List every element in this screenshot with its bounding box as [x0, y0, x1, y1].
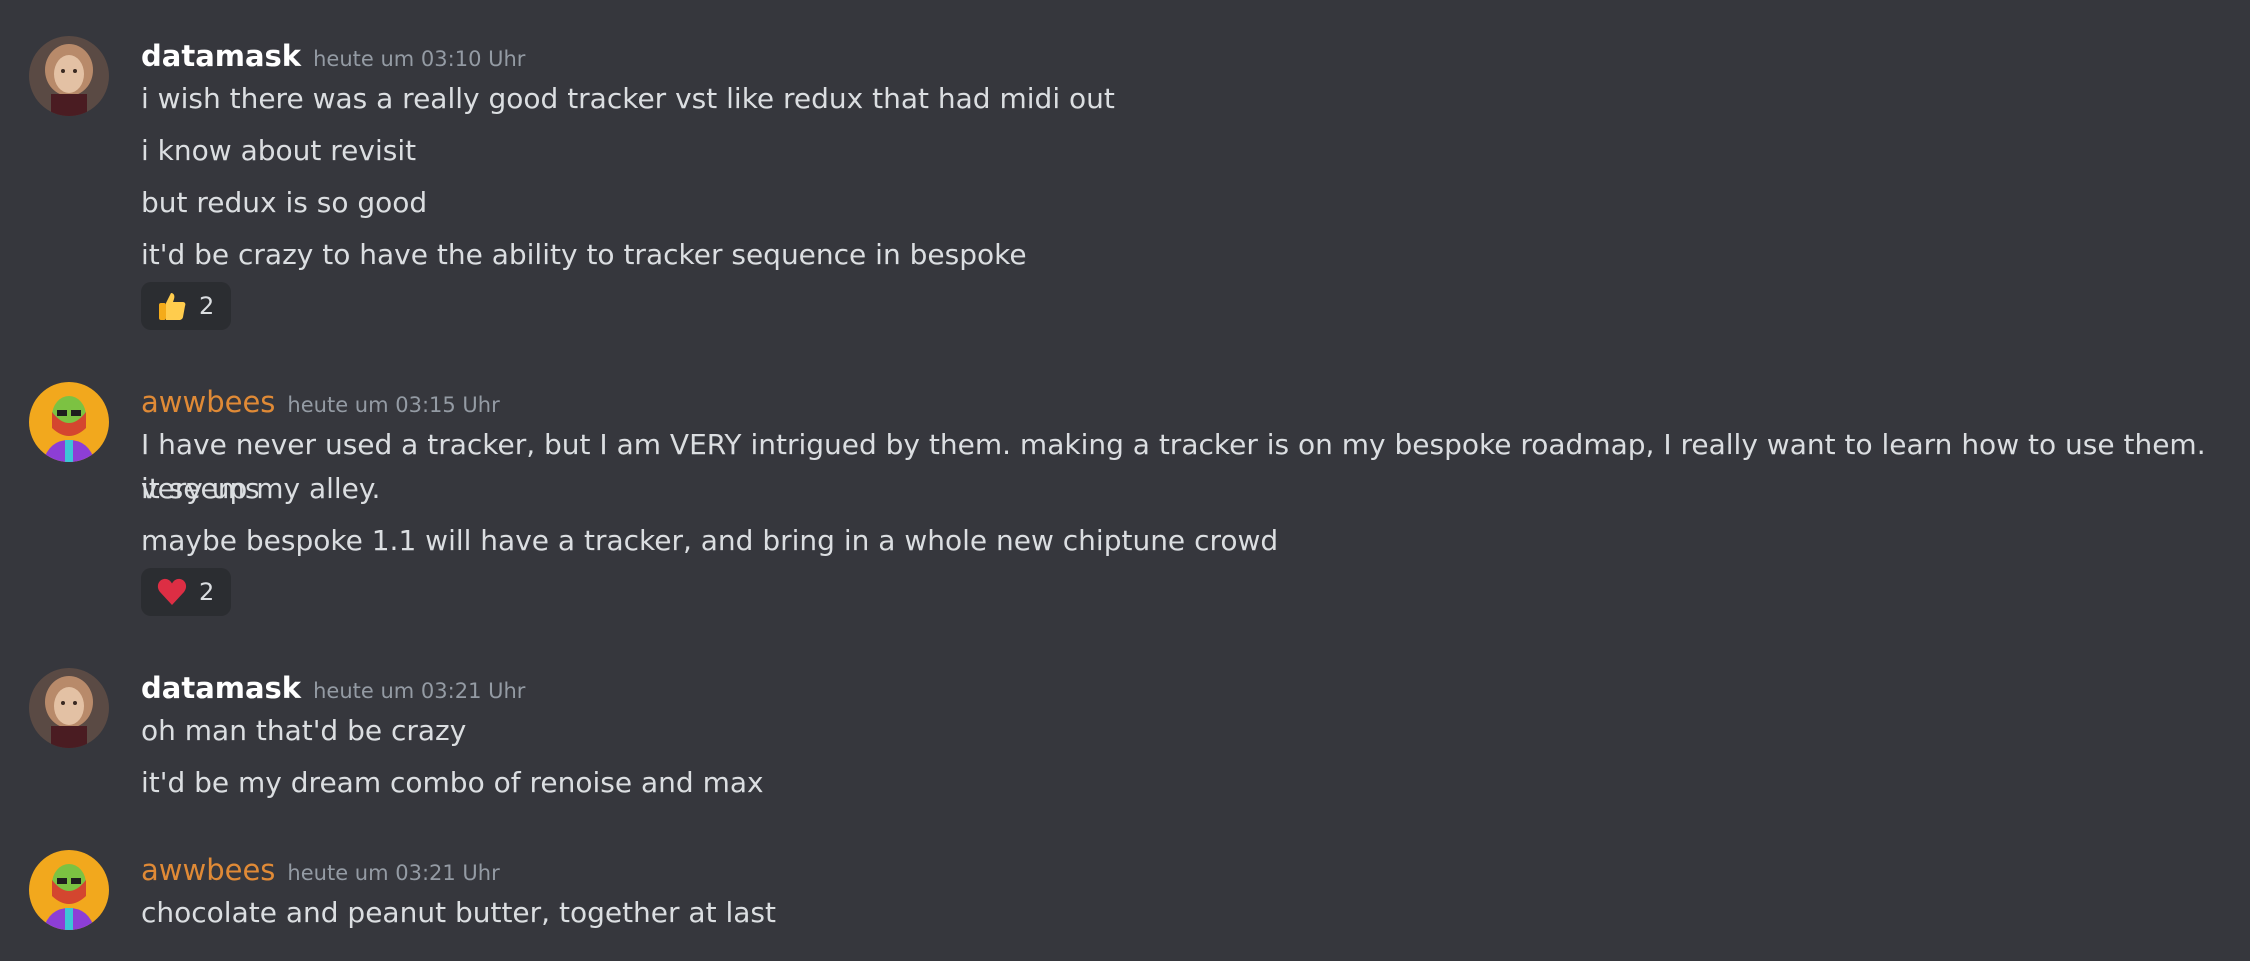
- avatar[interactable]: [29, 850, 109, 930]
- avatar[interactable]: [29, 668, 109, 748]
- timestamp[interactable]: heute um 03:21 Uhr: [313, 679, 525, 703]
- message-header: awwbees heute um 03:15 Uhr: [141, 382, 500, 422]
- message-text: but redux is so good: [141, 186, 428, 219]
- reaction-button[interactable]: 2: [141, 568, 231, 616]
- message-header: awwbees heute um 03:21 Uhr: [141, 850, 500, 890]
- awwbees-avatar-icon: [29, 382, 109, 462]
- reaction-button[interactable]: 2: [141, 282, 231, 330]
- timestamp[interactable]: heute um 03:15 Uhr: [287, 393, 499, 417]
- timestamp[interactable]: heute um 03:10 Uhr: [313, 47, 525, 71]
- message-text: it'd be my dream combo of renoise and ma…: [141, 766, 764, 799]
- heart-icon: [155, 575, 189, 609]
- message-text: i wish there was a really good tracker v…: [141, 82, 1115, 115]
- timestamp[interactable]: heute um 03:21 Uhr: [287, 861, 499, 885]
- message-text: very up my alley.: [141, 472, 381, 505]
- awwbees-avatar-icon: [29, 850, 109, 930]
- datamask-avatar-icon: [29, 668, 109, 748]
- username[interactable]: datamask: [141, 39, 301, 73]
- message-header: datamask heute um 03:10 Uhr: [141, 36, 525, 76]
- message-header: datamask heute um 03:21 Uhr: [141, 668, 525, 708]
- thumbs-up-icon: [155, 289, 189, 323]
- avatar[interactable]: [29, 36, 109, 116]
- username[interactable]: awwbees: [141, 853, 275, 887]
- message-text: maybe bespoke 1.1 will have a tracker, a…: [141, 524, 1279, 557]
- message-text: chocolate and peanut butter, together at…: [141, 896, 776, 929]
- avatar[interactable]: [29, 382, 109, 462]
- username[interactable]: datamask: [141, 671, 301, 705]
- reaction-count: 2: [199, 578, 215, 606]
- datamask-avatar-icon: [29, 36, 109, 116]
- reaction-count: 2: [199, 292, 215, 320]
- message-text: it'd be crazy to have the ability to tra…: [141, 238, 1027, 271]
- message-text: oh man that'd be crazy: [141, 714, 467, 747]
- username[interactable]: awwbees: [141, 385, 275, 419]
- message-text: i know about revisit: [141, 134, 417, 167]
